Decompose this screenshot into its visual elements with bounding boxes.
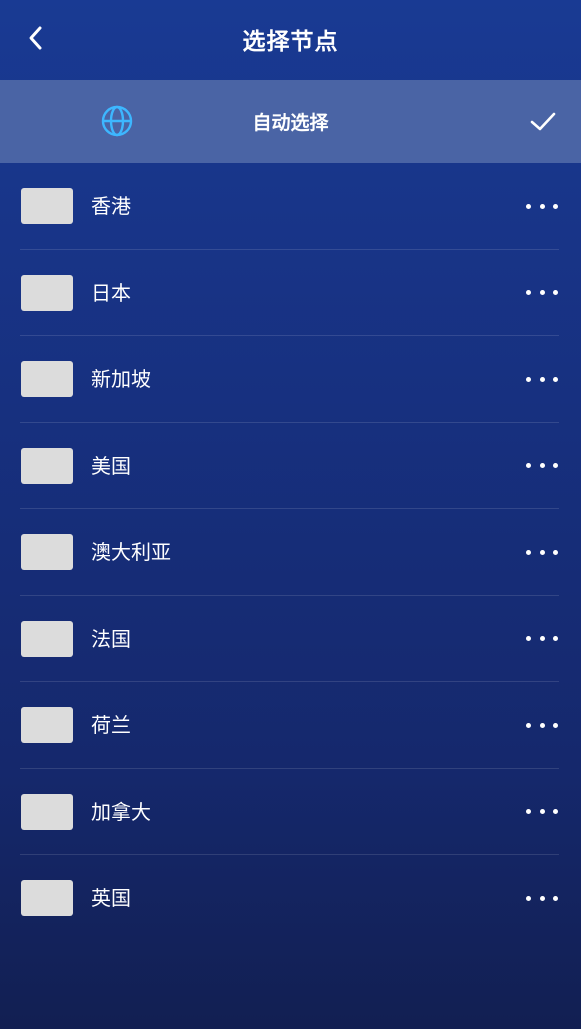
node-row[interactable]: 法国 <box>0 596 581 683</box>
more-dots-icon <box>526 895 531 901</box>
flag-placeholder-image <box>21 880 73 916</box>
node-name: 加拿大 <box>91 799 151 824</box>
more-options-button[interactable] <box>526 714 558 736</box>
node-list: 香港 日本 新加坡 美国 澳大利亚 法国 荷兰 加拿大 英国 <box>0 163 581 942</box>
more-options-button[interactable] <box>526 282 558 304</box>
more-dots-icon <box>526 636 531 641</box>
flag-placeholder-image <box>21 188 73 224</box>
more-options-button[interactable] <box>526 628 558 650</box>
auto-select-row[interactable]: 自动选择 <box>0 80 581 163</box>
more-dots-icon <box>526 376 531 382</box>
checkmark-icon <box>530 112 556 131</box>
more-options-button[interactable] <box>526 801 558 823</box>
node-name: 荷兰 <box>91 713 131 737</box>
node-row[interactable]: 美国 <box>0 423 581 510</box>
node-row[interactable]: 加拿大 <box>0 769 581 856</box>
node-row[interactable]: 澳大利亚 <box>0 509 581 596</box>
more-options-button[interactable] <box>526 887 558 909</box>
node-name: 澳大利亚 <box>91 540 171 564</box>
more-dots-icon <box>526 463 531 468</box>
more-options-button[interactable] <box>526 455 558 477</box>
top-bar: 选择节点 <box>0 0 581 80</box>
node-row[interactable]: 荷兰 <box>0 682 581 769</box>
node-row[interactable]: 英国 <box>0 855 581 942</box>
more-dots-icon <box>526 809 531 814</box>
node-name: 英国 <box>91 886 131 910</box>
node-name: 日本 <box>91 280 131 305</box>
auto-select-label: 自动选择 <box>252 112 329 134</box>
more-options-button[interactable] <box>526 195 558 217</box>
more-options-button[interactable] <box>526 368 558 390</box>
node-name: 法国 <box>91 626 131 651</box>
page-title: 选择节点 <box>242 29 339 55</box>
node-row[interactable]: 香港 <box>0 163 581 250</box>
node-row[interactable]: 日本 <box>0 250 581 337</box>
node-name: 香港 <box>91 194 131 218</box>
more-dots-icon <box>526 722 531 728</box>
flag-placeholder-image <box>21 361 73 397</box>
node-name: 美国 <box>91 453 131 478</box>
more-dots-icon <box>526 549 531 555</box>
flag-placeholder-image <box>21 793 73 830</box>
node-row[interactable]: 新加坡 <box>0 336 581 423</box>
flag-placeholder-image <box>21 534 73 570</box>
more-dots-icon <box>526 290 531 295</box>
flag-placeholder-image <box>21 274 73 311</box>
flag-placeholder-image <box>21 707 73 743</box>
more-dots-icon <box>526 203 531 209</box>
flag-placeholder-image <box>21 447 73 484</box>
node-name: 新加坡 <box>91 367 151 391</box>
flag-placeholder-image <box>21 620 73 657</box>
more-options-button[interactable] <box>526 541 558 563</box>
